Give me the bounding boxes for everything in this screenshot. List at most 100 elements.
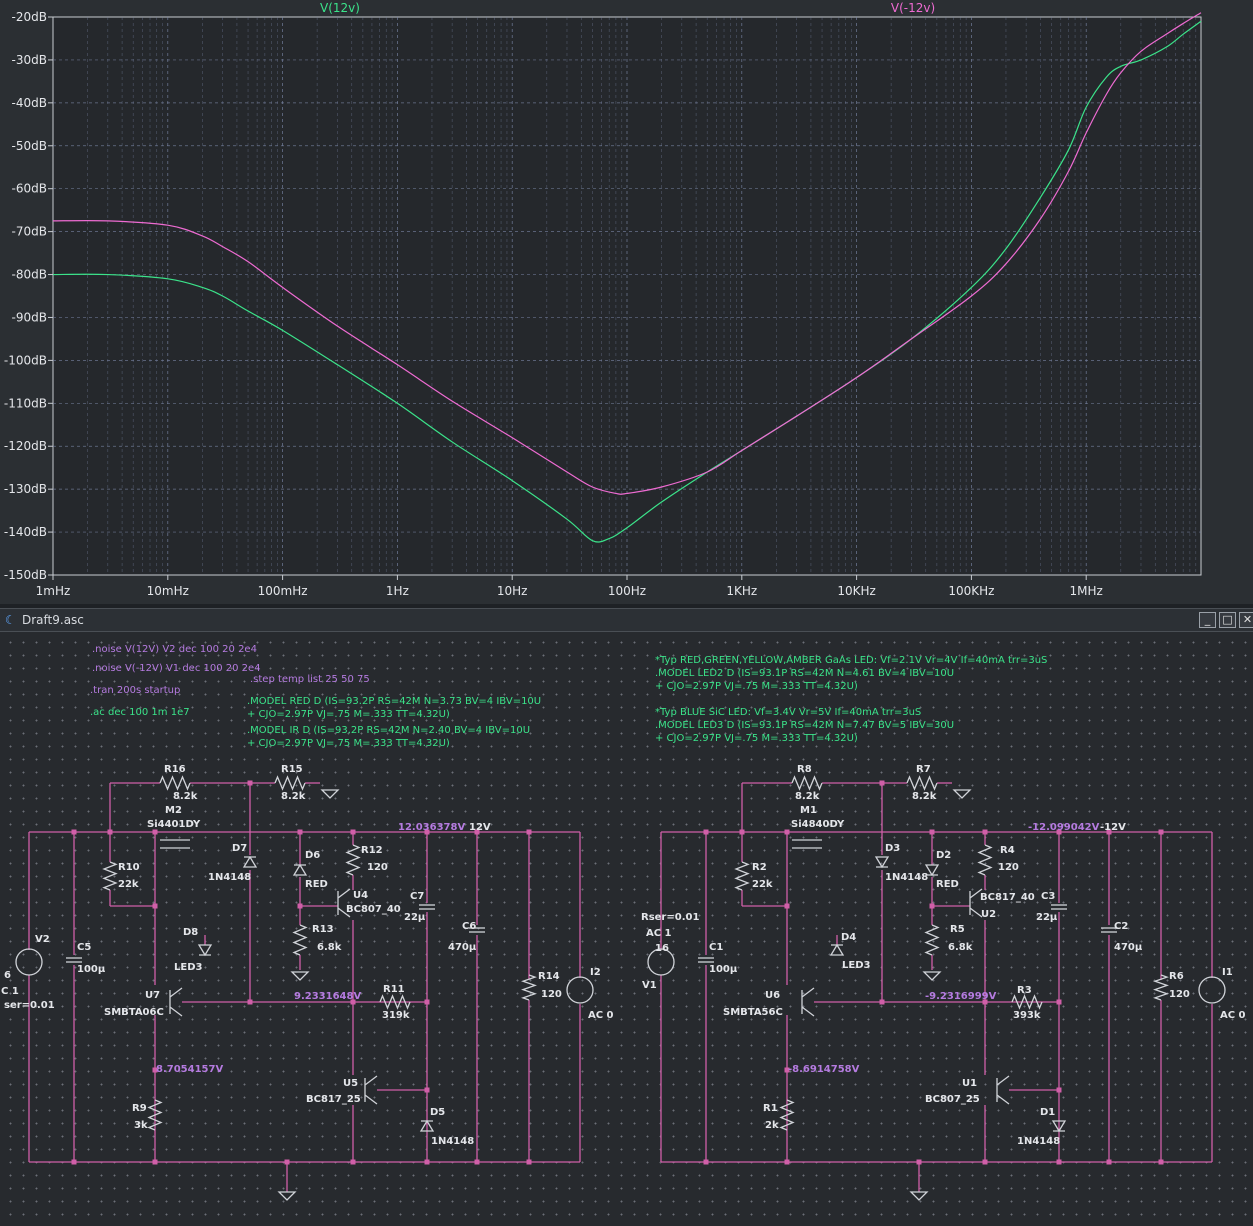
y-tick-label: -150dB	[4, 568, 47, 582]
diode[interactable]	[197, 944, 213, 957]
y-tick-label: -30dB	[12, 53, 47, 67]
mosfet[interactable]	[792, 839, 822, 849]
junction	[297, 903, 303, 909]
ground-symbol	[290, 971, 310, 981]
resistor[interactable]	[521, 974, 537, 1001]
resistor[interactable]	[791, 775, 823, 791]
component-label: U5	[343, 1078, 358, 1089]
resistor[interactable]	[924, 924, 940, 956]
transistor[interactable]	[364, 1075, 378, 1105]
maximize-button[interactable]: □	[1219, 612, 1236, 628]
y-tick-label: -60dB	[12, 182, 47, 196]
schematic-title: Draft9.asc	[22, 613, 84, 627]
component-label: 120	[541, 989, 562, 1000]
transistor[interactable]	[169, 987, 183, 1017]
junction	[474, 1159, 480, 1165]
junction	[350, 829, 356, 835]
resistor[interactable]	[779, 1099, 795, 1131]
transistor[interactable]	[801, 987, 815, 1017]
ground-symbol	[922, 971, 942, 981]
diode[interactable]	[829, 943, 845, 956]
component-label: D3	[885, 843, 900, 854]
component-label: M2	[165, 805, 182, 816]
resistor[interactable]	[379, 994, 411, 1010]
resistor[interactable]	[102, 861, 118, 891]
resistor[interactable]	[274, 775, 306, 791]
component-label: 22µ	[404, 912, 426, 923]
component-label: R13	[312, 924, 334, 935]
resistor[interactable]	[977, 844, 993, 876]
component-label: C3	[1041, 891, 1055, 902]
source[interactable]	[15, 948, 43, 976]
junction	[1056, 1087, 1062, 1093]
schematic-canvas[interactable]: .noise V(12V) V2 dec 100 20 2e4 .noise V(…	[0, 632, 1253, 1226]
component-label: 8.2k	[912, 791, 937, 802]
ground-symbol	[952, 789, 972, 799]
component-label: 22µ	[1036, 912, 1058, 923]
component-label: 1N4148	[431, 1136, 474, 1147]
component-label: 22k	[118, 879, 139, 890]
component-label: RED	[936, 879, 959, 890]
schematic-titlebar[interactable]: ☾ Draft9.asc _ □ ✕	[0, 608, 1253, 632]
y-tick-label: -90dB	[12, 310, 47, 324]
component-label: 1N4148	[208, 872, 251, 883]
junction	[929, 903, 935, 909]
schematic-drawing[interactable]: .noise V(12V) V2 dec 100 20 2e4 .noise V(…	[0, 632, 1253, 1226]
close-button[interactable]: ✕	[1239, 612, 1253, 628]
component-label: Si4401DY	[147, 819, 201, 830]
resistor[interactable]	[345, 844, 361, 876]
junction	[424, 1087, 430, 1093]
component-label: C1	[709, 942, 723, 953]
component-label: V1	[642, 980, 657, 991]
component-label: BC807_25	[925, 1094, 980, 1105]
diode[interactable]	[242, 855, 258, 868]
junction	[1158, 1159, 1164, 1165]
component-label: SMBTA06C	[104, 1007, 164, 1018]
component-label: V2	[35, 934, 50, 945]
legend-vneg12[interactable]: V(-12v)	[891, 1, 935, 15]
resistor[interactable]	[292, 924, 308, 956]
diode[interactable]	[874, 856, 890, 869]
x-tick-label: 10mHz	[147, 584, 189, 598]
noise-plot[interactable]: -20dB -30dB -40dB -50dB -60dB -70dB -80dB -90dB…	[0, 0, 1253, 604]
junction	[703, 829, 709, 835]
junction	[703, 1159, 709, 1165]
component-label: 1N4148	[885, 872, 928, 883]
component-label: Rser=0.01	[641, 912, 699, 923]
component-label: 8.2k	[281, 791, 306, 802]
x-tick-label: 1KHz	[726, 584, 757, 598]
spice-directive: + CJO=2.97P VJ=.75 M=.333 TT=4.32U)	[247, 738, 450, 749]
node-voltage: -8.6914758V	[788, 1064, 860, 1075]
y-tick-label: -100dB	[4, 353, 47, 367]
ground-symbol	[277, 1191, 297, 1201]
resistor[interactable]	[906, 775, 938, 791]
component-label: M1	[800, 805, 817, 816]
component-label: 16	[655, 943, 669, 954]
component-label: R16	[164, 764, 186, 775]
resistor[interactable]	[734, 861, 750, 891]
resistor[interactable]	[1011, 994, 1043, 1010]
source[interactable]	[566, 976, 594, 1004]
source[interactable]	[1198, 976, 1226, 1004]
resistor[interactable]	[1153, 974, 1169, 1001]
component-label: Si4840DY	[791, 819, 845, 830]
resistor[interactable]	[147, 1099, 163, 1131]
mosfet[interactable]	[160, 839, 190, 849]
junction	[152, 903, 158, 909]
component-label: R15	[281, 764, 303, 775]
node-voltage: 12.036378V	[398, 822, 465, 833]
component-label: 120	[1169, 989, 1190, 1000]
diode[interactable]	[292, 863, 308, 876]
component-label: U1	[962, 1078, 977, 1089]
resistor[interactable]	[159, 775, 191, 791]
junction	[982, 829, 988, 835]
legend-v12[interactable]: V(12v)	[320, 1, 360, 15]
transistor[interactable]	[996, 1075, 1010, 1105]
y-tick-label: -40dB	[12, 96, 47, 110]
component-label: BC807_40	[346, 904, 401, 915]
y-tick-label: -80dB	[12, 268, 47, 282]
component-label: R8	[797, 764, 812, 775]
waveform-plot-pane[interactable]: -20dB -30dB -40dB -50dB -60dB -70dB -80dB -90dB…	[0, 0, 1253, 604]
minimize-button[interactable]: _	[1199, 612, 1216, 628]
spice-directive: .MODEL IR D (IS=93.2P RS=42M N=2.40 BV=4…	[247, 725, 530, 736]
